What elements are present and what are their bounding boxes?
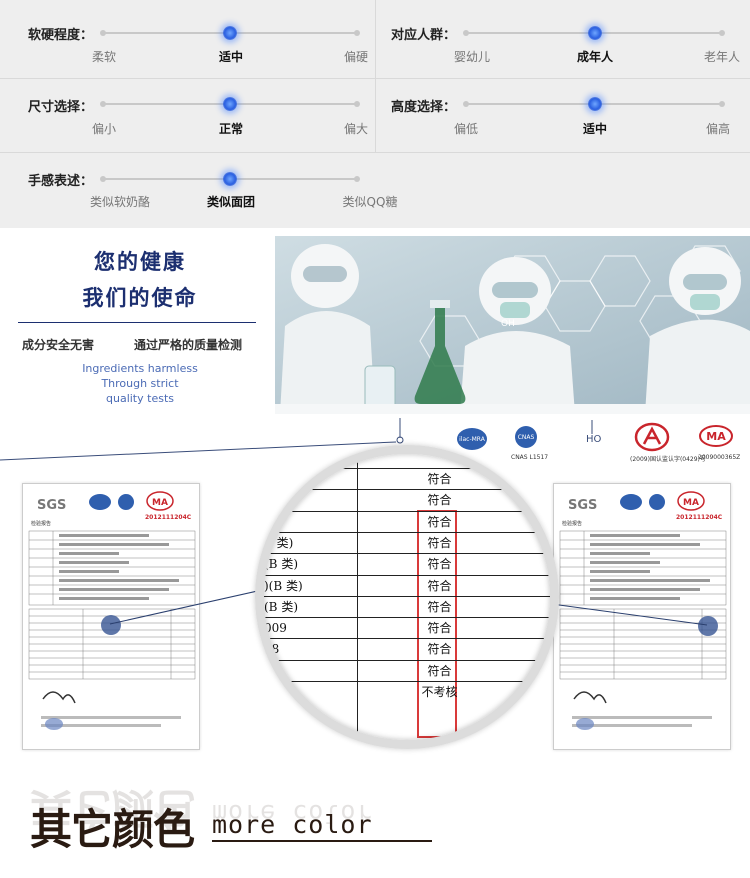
svg-text:MA: MA bbox=[683, 498, 699, 508]
health-en-line3: quality tests bbox=[106, 392, 174, 405]
firmness-option-selected[interactable]: 适中 bbox=[219, 48, 243, 65]
ma-caption: 2009000365Z bbox=[698, 454, 741, 461]
cnas-caption: CNAS L1517 bbox=[511, 454, 549, 461]
lab-photo: OH bbox=[275, 236, 750, 414]
svg-text:检验报告: 检验报告 bbox=[562, 520, 582, 527]
firmness-option[interactable]: 柔软 bbox=[92, 48, 116, 65]
audience-option[interactable]: 婴幼儿 bbox=[454, 48, 490, 65]
health-title-line2: 我们的使命 bbox=[82, 286, 198, 310]
size-option[interactable]: 偏小 bbox=[92, 120, 116, 137]
audience-option[interactable]: 老年人 bbox=[704, 48, 740, 65]
svg-text:MA: MA bbox=[706, 430, 726, 443]
health-title-line1: 您的健康 bbox=[94, 250, 186, 274]
magnifier-ring bbox=[255, 445, 559, 749]
more-color-underline bbox=[212, 840, 432, 842]
feel-option[interactable]: 类似QQ糖 bbox=[343, 193, 398, 210]
feel-option-selected[interactable]: 类似面团 bbox=[207, 193, 255, 210]
divider bbox=[375, 0, 376, 152]
svg-text:ilac-MRA: ilac-MRA bbox=[459, 436, 486, 443]
spec-panel: 软硬程度： 柔软 适中 偏硬 对应人群： 婴幼儿 成年人 老年人 尺寸选择： 偏… bbox=[0, 0, 750, 228]
cnas-logo: CNAS bbox=[511, 424, 541, 450]
audience-label: 对应人群： bbox=[391, 28, 457, 43]
health-claim-safe: 成分安全无害 bbox=[22, 338, 95, 352]
height-option[interactable]: 偏低 bbox=[454, 120, 478, 137]
svg-text:检验报告: 检验报告 bbox=[31, 520, 51, 527]
lab-label-oh: OH bbox=[501, 319, 515, 329]
svg-text:CNAS: CNAS bbox=[518, 434, 535, 441]
feel-label: 手感表述： bbox=[28, 174, 94, 189]
firmness-option[interactable]: 偏硬 bbox=[344, 48, 368, 65]
health-claim-tested: 通过严格的质量检测 bbox=[134, 338, 243, 352]
firmness-label: 软硬程度： bbox=[28, 28, 94, 43]
firmness-slider-knob[interactable] bbox=[223, 26, 237, 40]
ma-logo: MA bbox=[698, 424, 734, 448]
audience-slider-knob[interactable] bbox=[588, 26, 602, 40]
size-slider-knob[interactable] bbox=[223, 97, 237, 111]
report-document: SGS MA 2012111204C 检验报告 bbox=[559, 491, 727, 730]
ilac-mra-logo: ilac-MRA bbox=[455, 426, 489, 452]
sgs-logo: SGS bbox=[568, 498, 597, 513]
inspection-report-right: SGS MA 2012111204C 检验报告 bbox=[553, 483, 731, 750]
inspection-report-left: SGS MA 2012111204C 检验报告 bbox=[22, 483, 200, 750]
height-slider-knob[interactable] bbox=[588, 97, 602, 111]
svg-text:2012111204C: 2012111204C bbox=[676, 514, 723, 521]
svg-text:MA: MA bbox=[152, 498, 168, 508]
health-banner: 您的健康 我们的使命 成分安全无害 通过严格的质量检测 Ingredients … bbox=[0, 236, 750, 416]
size-option-selected[interactable]: 正常 bbox=[219, 120, 243, 137]
divider bbox=[0, 152, 750, 153]
health-divider bbox=[18, 322, 256, 323]
feel-slider-knob[interactable] bbox=[223, 172, 237, 186]
size-option[interactable]: 偏大 bbox=[344, 120, 368, 137]
health-en-line2: Through strict bbox=[101, 377, 179, 390]
report-document: SGS MA 2012111204C 检验报告 bbox=[28, 491, 196, 730]
height-option-selected[interactable]: 适中 bbox=[583, 120, 607, 137]
svg-text:2012111204C: 2012111204C bbox=[145, 514, 192, 521]
size-label: 尺寸选择： bbox=[28, 100, 94, 115]
ca-logo bbox=[634, 422, 670, 452]
lab-label-ho: HO bbox=[586, 434, 602, 445]
health-en-line1: Ingredients harmless bbox=[82, 362, 198, 375]
height-label: 高度选择： bbox=[391, 100, 457, 115]
feel-option[interactable]: 类似软奶酪 bbox=[90, 193, 150, 210]
lab-scene-illustration: OH bbox=[275, 236, 750, 414]
audience-option-selected[interactable]: 成年人 bbox=[577, 48, 613, 65]
sgs-logo: SGS bbox=[37, 498, 66, 513]
ca-caption: (2009)国认监认字(0429)号 bbox=[630, 456, 706, 463]
height-option[interactable]: 偏高 bbox=[706, 120, 730, 137]
